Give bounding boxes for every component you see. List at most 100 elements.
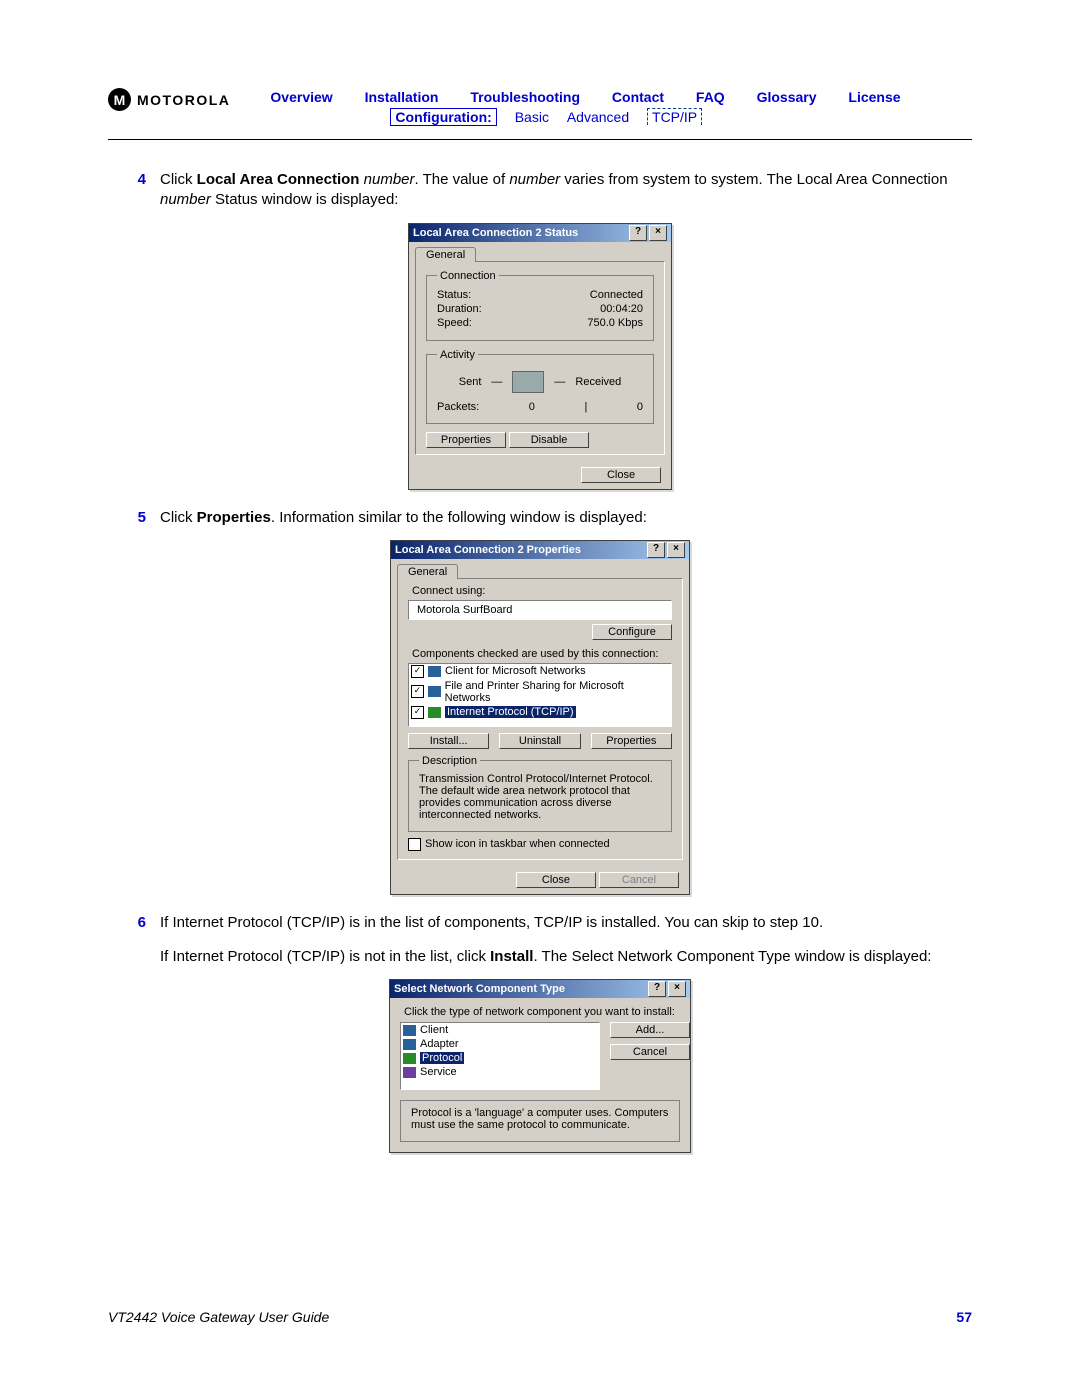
adapter-field: Motorola SurfBoard <box>408 600 672 620</box>
packets-sent: 0 <box>529 401 535 413</box>
list-item[interactable]: ✓ Client for Microsoft Networks <box>409 664 671 679</box>
cancel-button[interactable]: Cancel <box>610 1044 690 1060</box>
list-item[interactable]: Adapter <box>401 1037 599 1051</box>
nav-tcpip[interactable]: TCP/IP <box>647 108 702 125</box>
item-label: Service <box>420 1066 457 1078</box>
list-item[interactable]: ✓ File and Printer Sharing for Microsoft … <box>409 679 671 705</box>
nav-contact[interactable]: Contact <box>612 89 664 105</box>
value: 750.0 Kbps <box>587 317 643 329</box>
step-number: 5 <box>108 508 160 528</box>
step-5: 5 Click Properties. Information similar … <box>108 508 972 528</box>
item-label: Adapter <box>420 1038 459 1050</box>
configure-button[interactable]: Configure <box>592 624 672 640</box>
nav-advanced[interactable]: Advanced <box>567 109 629 125</box>
connect-using-label: Connect using: <box>408 585 672 597</box>
group-legend: Connection <box>437 270 499 282</box>
help-icon[interactable]: ? <box>629 225 647 241</box>
t: varies from system to system. The Local … <box>560 171 947 188</box>
close-icon[interactable]: × <box>668 981 686 997</box>
nav-license[interactable]: License <box>848 89 900 105</box>
close-button[interactable]: Close <box>581 467 661 483</box>
service-icon <box>403 1067 416 1078</box>
item-label: Internet Protocol (TCP/IP) <box>445 706 576 718</box>
component-properties-button[interactable]: Properties <box>591 733 672 749</box>
dialog-title: Local Area Connection 2 Status <box>413 227 627 239</box>
components-hint: Components checked are used by this conn… <box>408 648 672 660</box>
show-icon-label: Show icon in taskbar when connected <box>425 838 610 850</box>
description-group: Description Transmission Control Protoco… <box>408 755 672 832</box>
nav-faq[interactable]: FAQ <box>696 89 725 105</box>
label: Status: <box>437 289 471 301</box>
network-activity-icon <box>512 371 544 393</box>
step-6: 6 If Internet Protocol (TCP/IP) is in th… <box>108 913 972 968</box>
t: number <box>509 171 560 188</box>
value: 00:04:20 <box>600 303 643 315</box>
component-type-list[interactable]: Client Adapter Protocol Service <box>400 1022 600 1090</box>
checkbox-icon[interactable]: ✓ <box>411 665 424 678</box>
close-button[interactable]: Close <box>516 872 596 888</box>
nav-installation[interactable]: Installation <box>365 89 439 105</box>
description-group: Protocol is a 'language' a computer uses… <box>400 1100 680 1142</box>
nav-overview[interactable]: Overview <box>270 89 332 105</box>
item-label: File and Printer Sharing for Microsoft N… <box>445 680 669 704</box>
properties-button[interactable]: Properties <box>426 432 506 448</box>
disable-button[interactable]: Disable <box>509 432 589 448</box>
close-icon[interactable]: × <box>667 542 685 558</box>
list-item[interactable]: Protocol <box>401 1051 599 1065</box>
t: Click <box>160 171 197 188</box>
dialog-title: Select Network Component Type <box>394 983 646 995</box>
t: If Internet Protocol (TCP/IP) is in the … <box>160 914 823 931</box>
step-number: 4 <box>108 170 160 211</box>
top-nav: Overview Installation Troubleshooting Co… <box>230 88 972 125</box>
tab-general[interactable]: General <box>397 564 458 579</box>
sent-label: Sent <box>459 376 482 388</box>
t: . Information similar to the following w… <box>271 509 647 526</box>
t: number <box>160 191 211 208</box>
motorola-mark-icon: M <box>108 88 131 111</box>
help-icon[interactable]: ? <box>648 981 666 997</box>
page-header: M MOTOROLA Overview Installation Trouble… <box>108 88 972 125</box>
help-icon[interactable]: ? <box>647 542 665 558</box>
uninstall-button[interactable]: Uninstall <box>499 733 580 749</box>
value: Connected <box>590 289 643 301</box>
select-hint: Click the type of network component you … <box>400 1006 680 1018</box>
components-list[interactable]: ✓ Client for Microsoft Networks ✓ File and… <box>408 663 672 727</box>
component-icon <box>428 666 441 677</box>
list-item[interactable]: Client <box>401 1023 599 1037</box>
item-label: Client for Microsoft Networks <box>445 665 586 677</box>
description-text: Transmission Control Protocol/Internet P… <box>419 773 661 821</box>
list-item[interactable]: ✓ Internet Protocol (TCP/IP) <box>409 705 671 720</box>
t: number <box>364 171 415 188</box>
logo: M MOTOROLA <box>108 88 230 111</box>
nav-troubleshooting[interactable]: Troubleshooting <box>470 89 580 105</box>
client-icon <box>403 1025 416 1036</box>
t: Status window is displayed: <box>211 191 399 208</box>
step-text: Click Local Area Connection number. The … <box>160 170 972 211</box>
install-button[interactable]: Install... <box>408 733 489 749</box>
select-component-dialog: Select Network Component Type ? × Click … <box>389 979 691 1153</box>
close-icon[interactable]: × <box>649 225 667 241</box>
description-text: Protocol is a 'language' a computer uses… <box>411 1107 669 1131</box>
step-number: 6 <box>108 913 160 968</box>
t: Local Area Connection <box>197 171 360 188</box>
component-icon <box>428 707 441 718</box>
page-footer: VT2442 Voice Gateway User Guide 57 <box>108 1309 972 1325</box>
checkbox-icon[interactable]: ✓ <box>411 706 424 719</box>
connection-group: Connection Status:Connected Duration:00:… <box>426 270 654 341</box>
add-button[interactable]: Add... <box>610 1022 690 1038</box>
received-label: Received <box>575 376 621 388</box>
step-text: Click Properties. Information similar to… <box>160 508 972 528</box>
t: . The Select Network Component Type wind… <box>533 948 931 965</box>
nav-basic[interactable]: Basic <box>515 109 549 125</box>
nav-glossary[interactable]: Glossary <box>757 89 817 105</box>
list-item[interactable]: Service <box>401 1065 599 1079</box>
t: Properties <box>197 509 271 526</box>
tab-general[interactable]: General <box>415 247 476 262</box>
checkbox-icon[interactable]: ✓ <box>411 685 424 698</box>
step-text: If Internet Protocol (TCP/IP) is in the … <box>160 913 972 968</box>
show-icon-checkbox[interactable] <box>408 838 421 851</box>
protocol-icon <box>403 1053 416 1064</box>
activity-group: Activity Sent — — Received Packets: 0 | … <box>426 349 654 424</box>
t: . The value of <box>415 171 510 188</box>
footer-title: VT2442 Voice Gateway User Guide <box>108 1309 329 1325</box>
